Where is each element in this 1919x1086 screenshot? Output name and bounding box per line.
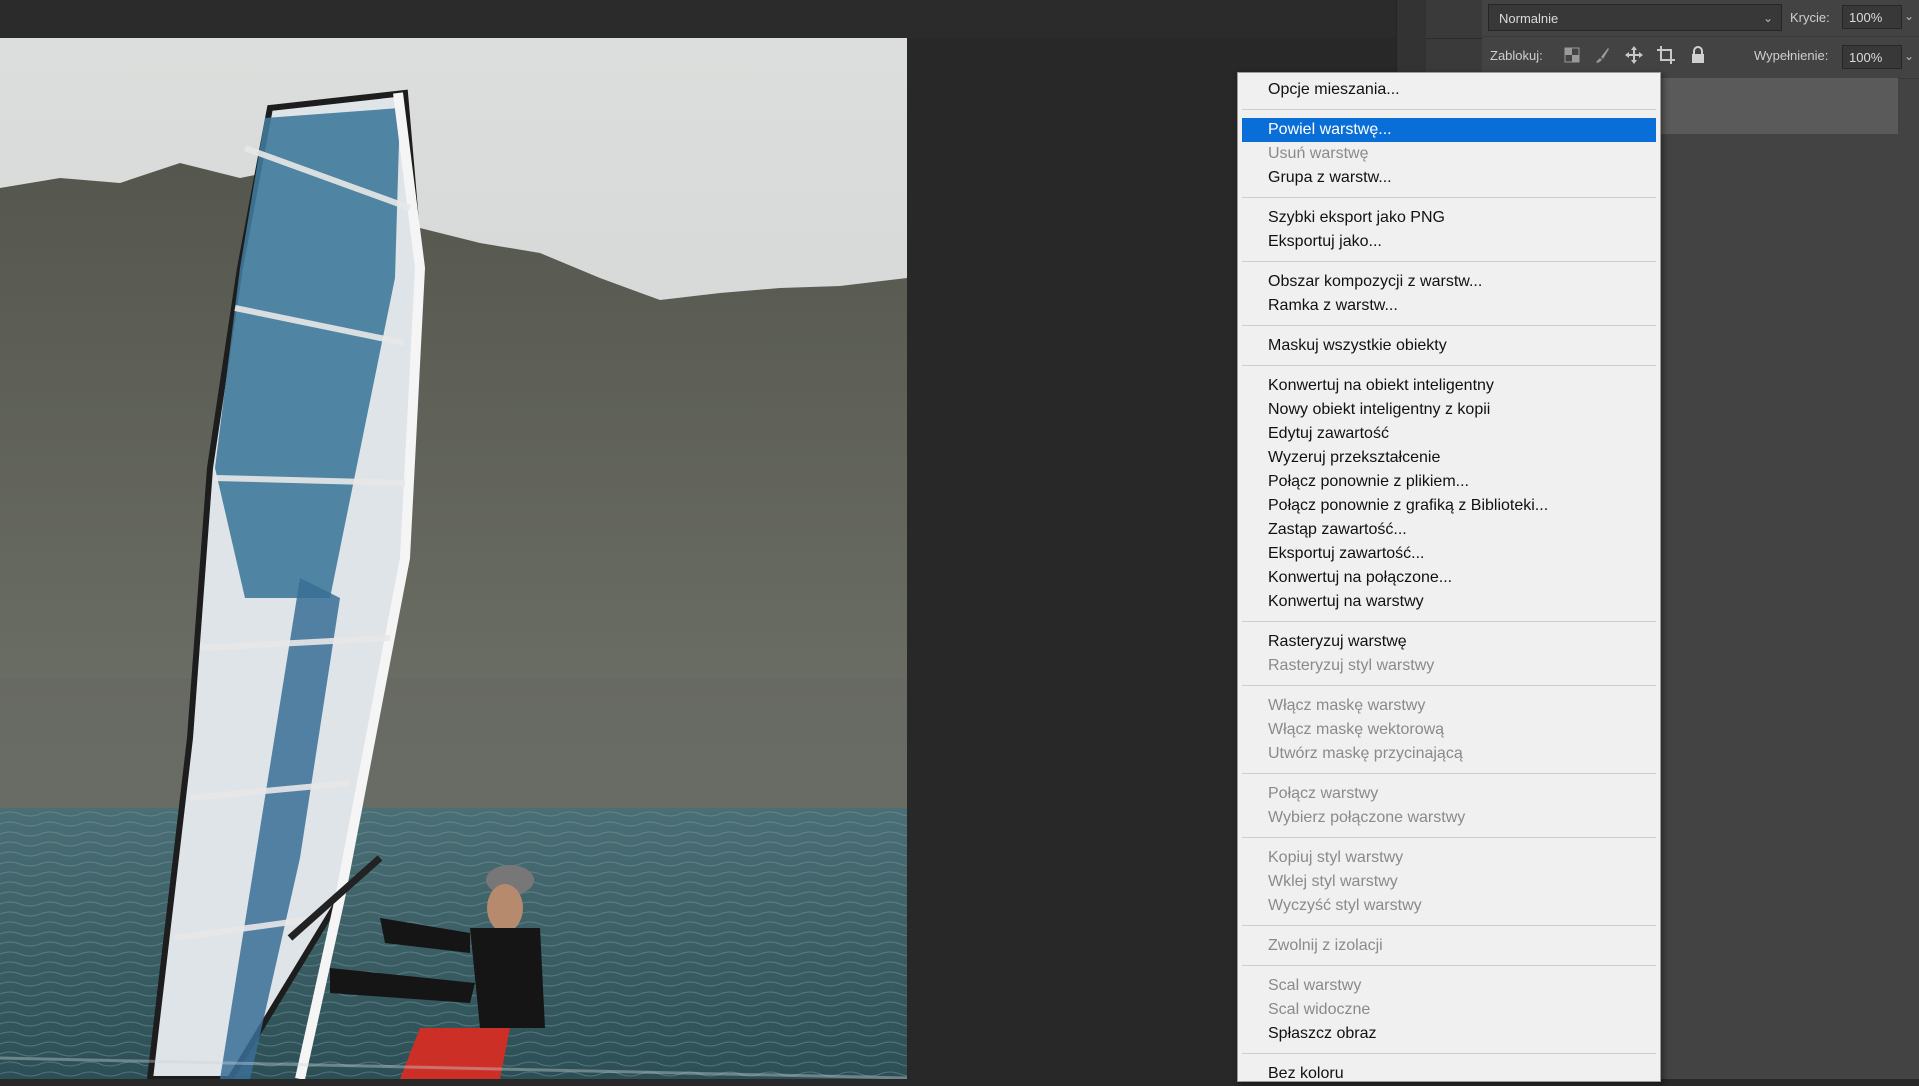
- menu-item-reset-transform[interactable]: Wyzeruj przekształcenie: [1242, 446, 1656, 470]
- menu-item-quick-export-png[interactable]: Szybki eksport jako PNG: [1242, 206, 1656, 230]
- menu-item-select-linked-layers: Wybierz połączone warstwy: [1268, 809, 1466, 826]
- menu-item-convert-to-layers[interactable]: Konwertuj na warstwy: [1242, 590, 1656, 614]
- menu-item-frame-from-layers[interactable]: Ramka z warstw...: [1242, 294, 1656, 318]
- blend-mode-value: Normalnie: [1499, 11, 1559, 26]
- menu-item-export-as[interactable]: Eksportuj jako...: [1242, 230, 1656, 254]
- menu-separator: [1242, 109, 1656, 110]
- menu-item-paste-layer-style: Wklej styl warstwy: [1268, 873, 1398, 890]
- canvas-area[interactable]: [0, 38, 1396, 1079]
- menu-separator: [1242, 965, 1656, 966]
- menu-separator: [1242, 925, 1656, 926]
- blend-mode-dropdown[interactable]: Normalnie ⌄: [1488, 4, 1782, 31]
- windsurfer-photo: [0, 38, 907, 1079]
- panel-tab[interactable]: [1426, 0, 1482, 39]
- menu-item-link-layers: Połącz warstwy: [1268, 785, 1379, 802]
- menu-item-new-smart-object-via-copy[interactable]: Nowy obiekt inteligentny z kopii: [1242, 398, 1656, 422]
- lock-label: Zablokuj:: [1490, 48, 1543, 63]
- menu-separator: [1242, 621, 1656, 622]
- menu-separator: [1242, 261, 1656, 262]
- checkerboard-icon[interactable]: [1562, 45, 1582, 65]
- brush-icon[interactable]: [1592, 45, 1612, 65]
- menu-separator: [1242, 685, 1656, 686]
- menu-separator: [1242, 773, 1656, 774]
- menu-item-convert-to-linked[interactable]: Konwertuj na połączone...: [1242, 566, 1656, 590]
- menu-item-blending-options[interactable]: Opcje mieszania...: [1242, 78, 1656, 102]
- menu-item-create-clipping-mask: Utwórz maskę przycinającą: [1268, 745, 1463, 762]
- menu-item-artboard-from-layers[interactable]: Obszar kompozycji z warstw...: [1242, 270, 1656, 294]
- menu-item-edit-contents[interactable]: Edytuj zawartość: [1242, 422, 1656, 446]
- opacity-label: Krycie:: [1790, 10, 1830, 25]
- menu-separator: [1242, 197, 1656, 198]
- menu-separator: [1242, 1053, 1656, 1054]
- menu-item-relink-to-file[interactable]: Połącz ponownie z plikiem...: [1242, 470, 1656, 494]
- menu-item-export-contents[interactable]: Eksportuj zawartość...: [1242, 542, 1656, 566]
- fill-label: Wypełnienie:: [1754, 48, 1829, 63]
- fill-input[interactable]: 100%: [1842, 45, 1902, 69]
- move-icon[interactable]: [1624, 45, 1644, 65]
- menu-item-convert-smart-object[interactable]: Konwertuj na obiekt inteligentny: [1242, 374, 1656, 398]
- chevron-down-icon: ⌄: [1762, 11, 1773, 25]
- menu-item-rasterize-layer[interactable]: Rasteryzuj warstwę: [1242, 630, 1656, 654]
- menu-separator: [1242, 837, 1656, 838]
- chevron-down-icon[interactable]: ⌄: [1904, 49, 1914, 63]
- menu-item-flatten-image[interactable]: Spłaszcz obraz: [1242, 1022, 1656, 1046]
- opacity-input[interactable]: 100%: [1842, 5, 1902, 29]
- layers-blend-row: Normalnie ⌄ Krycie: 100% ⌄: [1482, 0, 1919, 37]
- menu-item-merge-visible: Scal widoczne: [1268, 1001, 1371, 1018]
- menu-item-mask-all-objects[interactable]: Maskuj wszystkie obiekty: [1242, 334, 1656, 358]
- menu-item-rasterize-layer-style: Rasteryzuj styl warstwy: [1268, 657, 1435, 674]
- menu-item-no-color[interactable]: Bez koloru: [1242, 1062, 1656, 1086]
- menu-item-enable-vector-mask: Włącz maskę wektorową: [1268, 721, 1445, 738]
- menu-separator: [1242, 325, 1656, 326]
- opacity-value: 100%: [1849, 10, 1883, 25]
- artboard-icon[interactable]: [1656, 45, 1676, 65]
- menu-item-clear-layer-style: Wyczyść styl warstwy: [1268, 897, 1422, 914]
- menu-item-group-from-layers[interactable]: Grupa z warstw...: [1242, 166, 1656, 190]
- menu-item-enable-layer-mask: Włącz maskę warstwy: [1268, 697, 1426, 714]
- menu-item-release-from-isolation: Zwolnij z izolacji: [1268, 937, 1383, 954]
- panel-tabs-strip: [1426, 0, 1483, 80]
- menu-item-delete-layer: Usuń warstwę: [1268, 145, 1369, 162]
- layer-context-menu: Opcje mieszania... Powiel warstwę... Usu…: [1237, 72, 1661, 1082]
- menu-item-relink-library-graphic[interactable]: Połącz ponownie z grafiką z Biblioteki..…: [1242, 494, 1656, 518]
- lock-icon[interactable]: [1688, 45, 1708, 65]
- fill-value: 100%: [1849, 50, 1883, 65]
- menu-separator: [1242, 365, 1656, 366]
- document-image[interactable]: [0, 38, 907, 1079]
- menu-item-copy-layer-style: Kopiuj styl warstwy: [1268, 849, 1404, 866]
- menu-item-replace-contents[interactable]: Zastąp zawartość...: [1242, 518, 1656, 542]
- chevron-down-icon[interactable]: ⌄: [1904, 9, 1914, 23]
- menu-item-duplicate-layer[interactable]: Powiel warstwę...: [1242, 118, 1656, 142]
- menu-item-merge-layers: Scal warstwy: [1268, 977, 1362, 994]
